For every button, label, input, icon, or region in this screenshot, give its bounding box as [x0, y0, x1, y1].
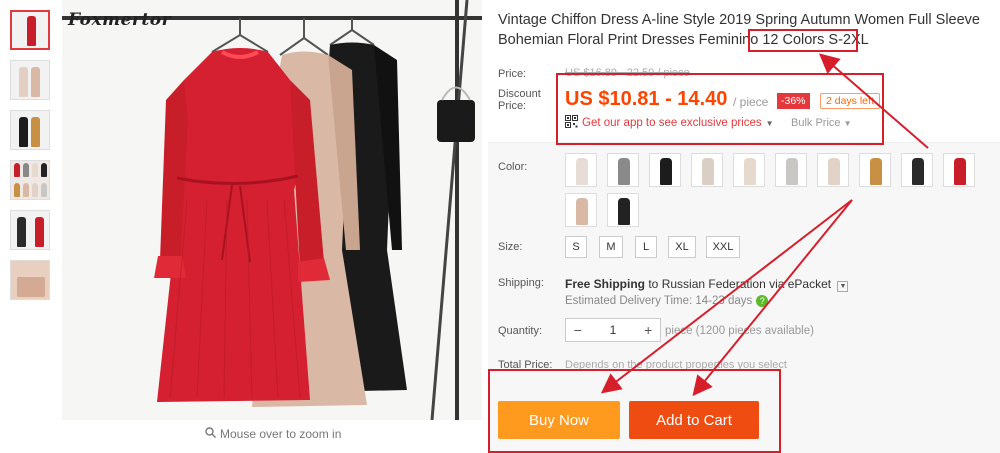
annotation-arrows [600, 53, 929, 397]
